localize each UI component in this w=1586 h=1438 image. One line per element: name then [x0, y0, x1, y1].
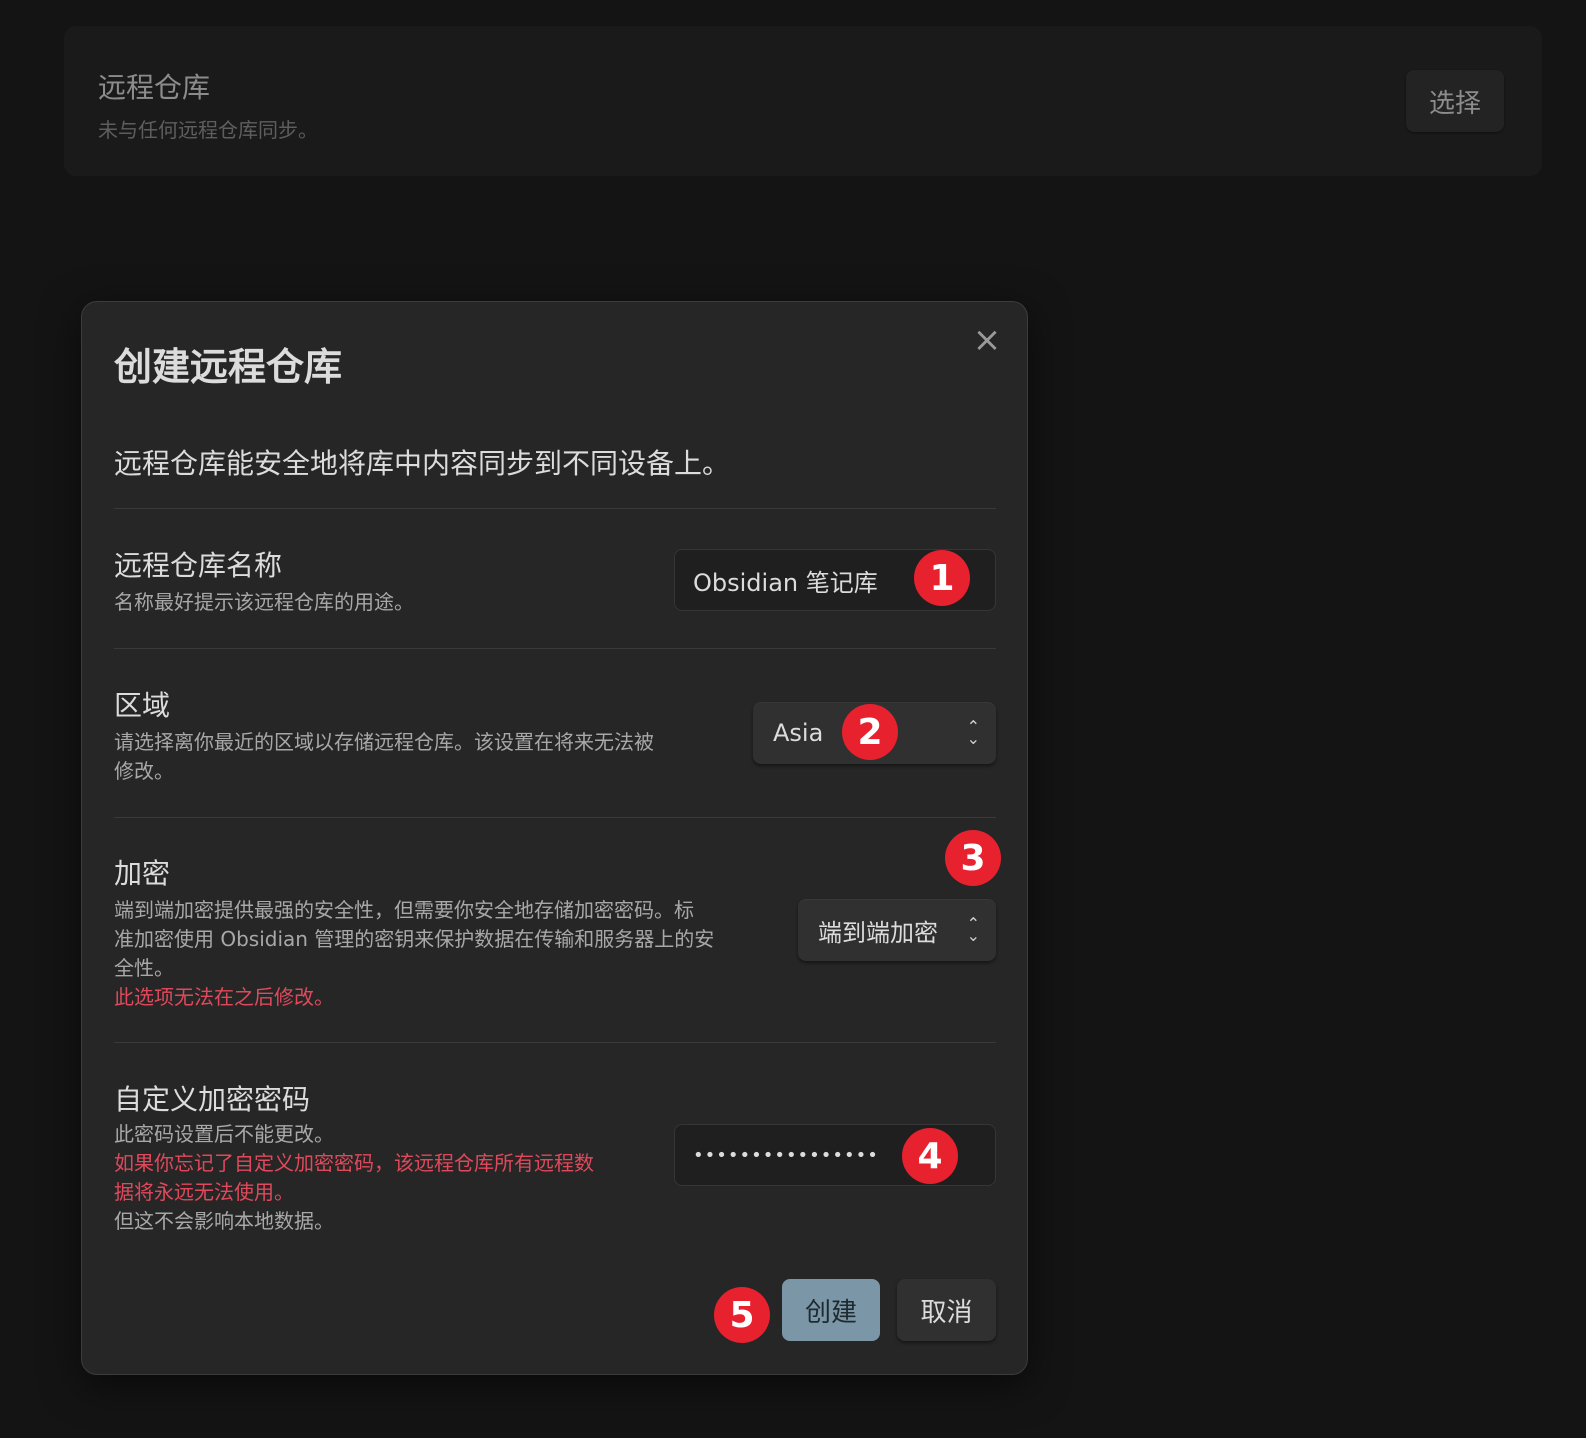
password-warning-line: 如果你忘记了自定义加密密码，该远程仓库所有远程数: [114, 1151, 594, 1175]
encryption-label: 加密: [114, 857, 171, 890]
create-button[interactable]: 创建: [782, 1279, 880, 1341]
create-remote-vault-modal: × 创建远程仓库 远程仓库能安全地将库中内容同步到不同设备上。 远程仓库名称 名…: [81, 301, 1028, 1375]
encryption-description-line: 全性。: [114, 956, 174, 980]
encryption-selected-value: 端到端加密: [818, 918, 938, 947]
remote-vault-description: 未与任何远程仓库同步。: [98, 118, 318, 142]
password-label: 自定义加密密码: [114, 1083, 311, 1116]
divider: [114, 817, 996, 818]
region-selected-value: Asia: [773, 719, 824, 747]
encryption-description-line: 准加密使用 Obsidian 管理的密钥来保护数据在传输和服务器上的安: [114, 927, 715, 951]
remote-vault-setting-card: 远程仓库 未与任何远程仓库同步。 选择: [64, 26, 1542, 176]
password-description-line: 此密码设置后不能更改。: [114, 1122, 334, 1146]
password-note: 但这不会影响本地数据。: [114, 1209, 334, 1233]
vault-name-label: 远程仓库名称: [114, 549, 283, 582]
divider: [114, 508, 996, 509]
remote-vault-title: 远程仓库: [98, 71, 211, 104]
encryption-description: 端到端加密提供最强的安全性，但需要你安全地存储加密密码。标 准加密使用 Obsi…: [114, 896, 714, 1012]
vault-name-description: 名称最好提示该远程仓库的用途。: [114, 590, 414, 614]
encryption-description-line: 端到端加密提供最强的安全性，但需要你安全地存储加密密码。标: [114, 898, 694, 922]
annotation-badge-2: 2: [842, 704, 898, 760]
password-warning-line: 据将永远无法使用。: [114, 1180, 294, 1204]
chevron-up-down-icon: ⌃ ⌄: [966, 914, 980, 945]
password-masked-value: ••••••••••••••••: [693, 1144, 879, 1166]
divider: [114, 1042, 996, 1043]
annotation-badge-1: 1: [914, 550, 970, 606]
region-description-line: 请选择离你最近的区域以存储远程仓库。该设置在将来无法被: [114, 730, 654, 754]
annotation-badge-3: 3: [945, 830, 1001, 886]
password-description: 此密码设置后不能更改。 如果你忘记了自定义加密密码，该远程仓库所有远程数 据将永…: [114, 1120, 594, 1236]
annotation-badge-5: 5: [714, 1287, 770, 1343]
choose-remote-vault-button[interactable]: 选择: [1406, 70, 1504, 132]
encryption-select[interactable]: 端到端加密 ⌃ ⌄: [798, 899, 996, 961]
modal-title: 创建远程仓库: [114, 345, 343, 389]
divider: [114, 648, 996, 649]
region-description: 请选择离你最近的区域以存储远程仓库。该设置在将来无法被 修改。: [114, 728, 654, 786]
vault-name-value: Obsidian 笔记库: [693, 568, 878, 597]
region-label: 区域: [114, 689, 171, 722]
cancel-button[interactable]: 取消: [897, 1279, 996, 1341]
region-description-line: 修改。: [114, 759, 174, 783]
encryption-warning: 此选项无法在之后修改。: [114, 985, 334, 1009]
modal-lead-text: 远程仓库能安全地将库中内容同步到不同设备上。: [114, 447, 731, 480]
annotation-badge-4: 4: [902, 1128, 958, 1184]
chevron-up-down-icon: ⌃ ⌄: [966, 717, 980, 748]
close-icon[interactable]: ×: [971, 323, 1003, 357]
